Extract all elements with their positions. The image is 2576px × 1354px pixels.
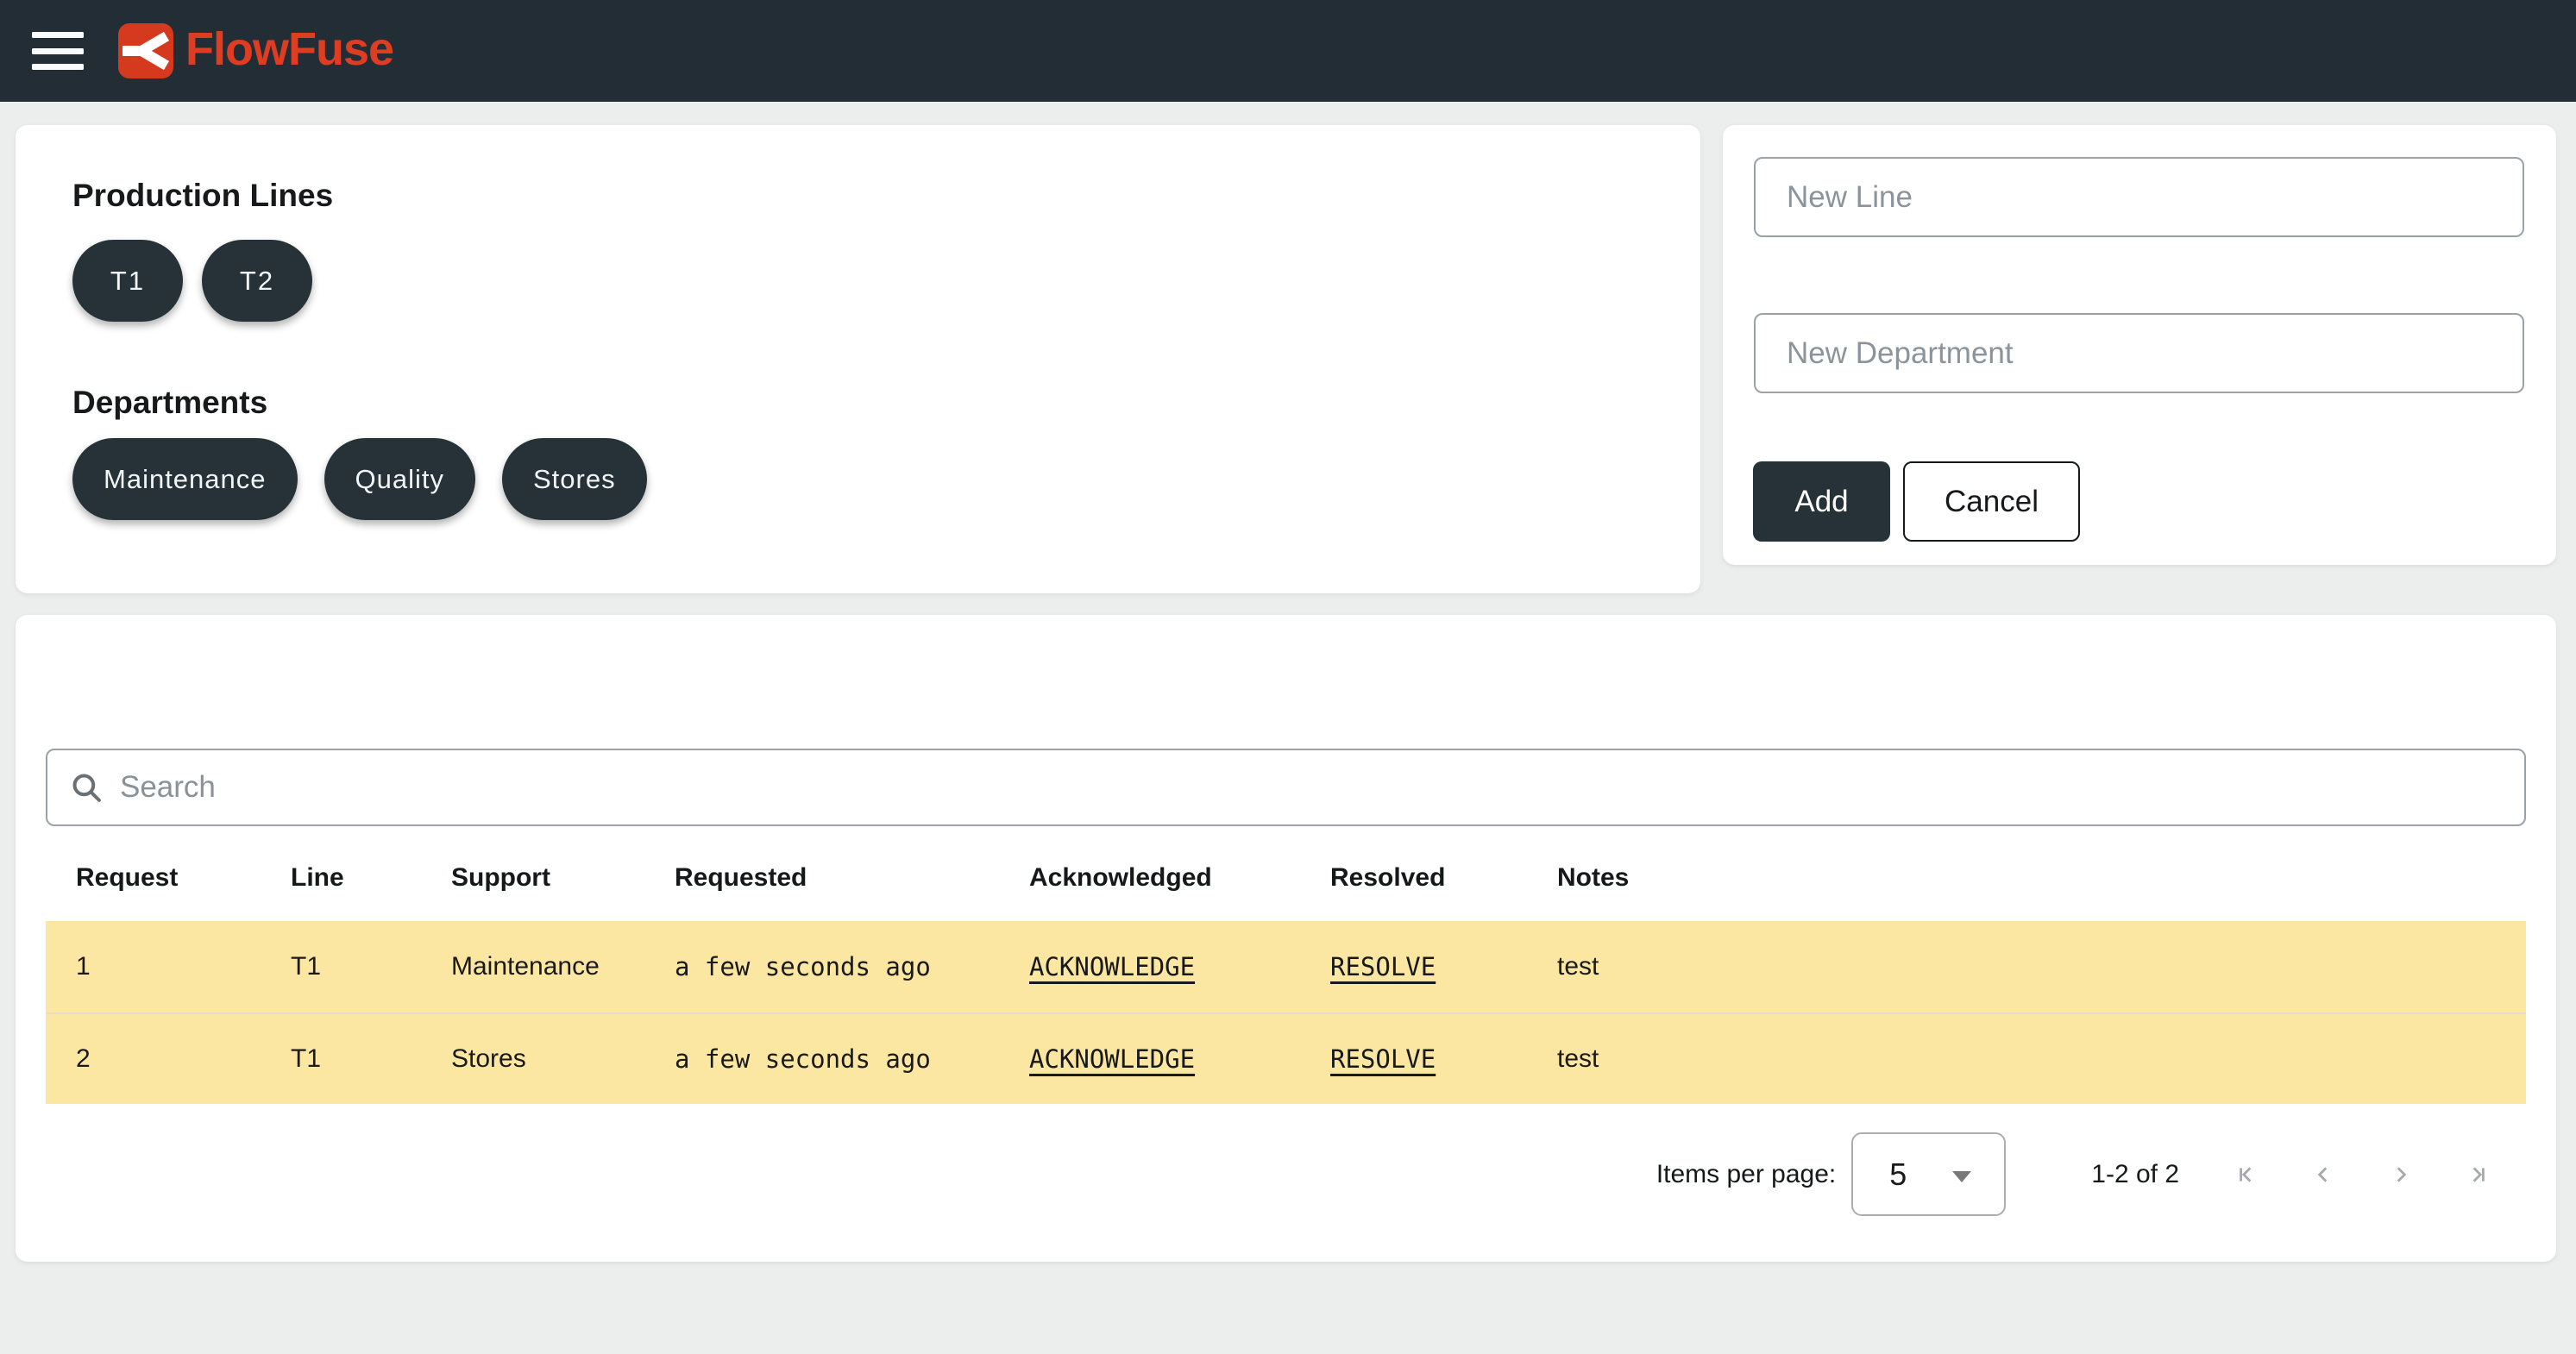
table-body: 1 T1 Maintenance a few seconds ago ACKNO…: [46, 921, 2526, 1104]
cell-requested-time: a few seconds ago: [675, 1044, 1029, 1074]
table-row: 1 T1 Maintenance a few seconds ago ACKNO…: [46, 921, 2526, 1012]
departments-title: Departments: [72, 384, 267, 422]
add-button[interactable]: Add: [1753, 461, 1890, 542]
cancel-button[interactable]: Cancel: [1903, 461, 2080, 542]
pagination-bar: Items per page: 5 1-2 of 2: [1656, 1132, 2490, 1216]
chip-line-t1[interactable]: T1: [72, 240, 183, 322]
items-per-page-label: Items per page:: [1656, 1160, 1836, 1189]
flowfuse-logo-icon: [118, 23, 173, 78]
column-header-acknowledged: Acknowledged: [1029, 863, 1330, 893]
column-header-resolved: Resolved: [1330, 863, 1557, 893]
chip-dept-stores[interactable]: Stores: [502, 438, 647, 520]
column-header-support: Support: [451, 863, 675, 893]
production-lines-chips: T1 T2: [72, 240, 331, 322]
new-line-input[interactable]: [1754, 157, 2524, 237]
last-page-icon[interactable]: [2467, 1163, 2490, 1186]
table-header-row: Request Line Support Requested Acknowled…: [46, 848, 2526, 908]
cell-line: T1: [291, 1044, 451, 1074]
cell-notes: test: [1557, 952, 2526, 981]
column-header-line: Line: [291, 863, 451, 893]
table-row: 2 T1 Stores a few seconds ago ACKNOWLEDG…: [46, 1012, 2526, 1104]
column-header-notes: Notes: [1557, 863, 2526, 893]
column-header-requested: Requested: [675, 863, 1029, 893]
cell-support: Maintenance: [451, 952, 675, 981]
add-form-card: Add Cancel: [1723, 125, 2556, 565]
resolve-link[interactable]: RESOLVE: [1330, 1044, 1436, 1074]
first-page-icon[interactable]: [2234, 1163, 2257, 1186]
cell-notes: test: [1557, 1044, 2526, 1074]
brand-wordmark: FlowFuse: [185, 22, 393, 76]
previous-page-icon[interactable]: [2312, 1163, 2334, 1186]
cell-line: T1: [291, 952, 451, 981]
cell-request-id: 2: [46, 1044, 291, 1074]
acknowledge-link[interactable]: ACKNOWLEDGE: [1029, 1044, 1195, 1074]
resolve-link[interactable]: RESOLVE: [1330, 952, 1436, 981]
chip-line-t2[interactable]: T2: [202, 240, 312, 322]
items-per-page-select[interactable]: 5: [1851, 1132, 2006, 1216]
acknowledge-link[interactable]: ACKNOWLEDGE: [1029, 952, 1195, 981]
dropdown-caret-icon: [1952, 1171, 1971, 1182]
new-department-input[interactable]: [1754, 313, 2524, 393]
search-field-wrap: [46, 749, 2526, 826]
search-input[interactable]: [46, 749, 2526, 826]
column-header-request: Request: [46, 863, 291, 893]
filters-card: Production Lines T1 T2 Departments Maint…: [16, 125, 1700, 593]
cell-request-id: 1: [46, 952, 291, 981]
pagination-nav: [2234, 1163, 2490, 1186]
app-header: FlowFuse: [0, 0, 2576, 102]
departments-chips: Maintenance Quality Stores: [72, 438, 674, 520]
items-per-page-value: 5: [1889, 1157, 1907, 1193]
support-table-card: Request Line Support Requested Acknowled…: [16, 615, 2556, 1262]
cell-support: Stores: [451, 1044, 675, 1074]
production-lines-title: Production Lines: [72, 177, 333, 215]
cell-requested-time: a few seconds ago: [675, 952, 1029, 981]
pagination-range-label: 1-2 of 2: [2091, 1160, 2179, 1189]
next-page-icon[interactable]: [2390, 1163, 2412, 1186]
chip-dept-quality[interactable]: Quality: [324, 438, 475, 520]
chip-dept-maintenance[interactable]: Maintenance: [72, 438, 298, 520]
hamburger-menu-icon[interactable]: [32, 32, 84, 70]
